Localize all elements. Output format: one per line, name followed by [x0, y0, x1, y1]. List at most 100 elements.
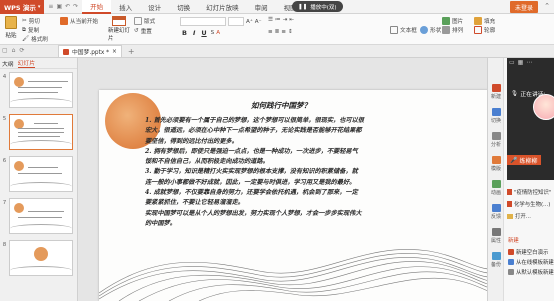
screen-icon[interactable]: ▭: [509, 59, 515, 66]
paste-button[interactable]: 粘贴: [3, 16, 19, 42]
tab-design[interactable]: 设计: [140, 0, 169, 14]
online-template-icon: [508, 259, 514, 265]
new-default-template-item[interactable]: 从默认模板新建: [505, 267, 554, 277]
pptx-file-icon: [507, 201, 512, 207]
format-painter-button[interactable]: 🖌 格式刷: [22, 35, 48, 43]
rail-analyze[interactable]: 分析: [490, 132, 502, 148]
bullet-list-icon[interactable]: ☰: [268, 17, 273, 23]
tab-insert[interactable]: 插入: [111, 0, 140, 14]
align-left-icon[interactable]: ≡: [268, 29, 273, 35]
rail-switch[interactable]: 切换: [490, 108, 502, 124]
strikethrough-icon[interactable]: S: [211, 30, 215, 36]
slide-title[interactable]: 如何践行中国梦？: [251, 100, 311, 111]
reset-button[interactable]: ↺ 重置: [134, 27, 152, 35]
arrange-button[interactable]: 排列: [442, 26, 463, 34]
screen-share-pill[interactable]: ❚❚ 播放中(双): [292, 1, 343, 12]
tab-transition[interactable]: 切换: [169, 0, 198, 14]
rail-animation[interactable]: 动画: [490, 180, 502, 196]
new-item-label: 从在线模板新建: [516, 260, 554, 266]
rail-label: 模版: [490, 166, 501, 172]
cut-button[interactable]: ✂ 剪切: [22, 17, 40, 25]
recent-link[interactable]: 化学与生物(...): [507, 198, 554, 210]
line-spacing-icon[interactable]: ⇕: [288, 29, 293, 35]
clipboard-icon: [5, 16, 17, 29]
play-from-current-button[interactable]: 从当前开始: [60, 17, 98, 25]
add-tab-icon[interactable]: +: [128, 47, 135, 56]
rail-backup[interactable]: 备份: [490, 252, 502, 268]
body-line: 3. 勤于学习，知识是精打火实实现梦想的根本支撑，没有知识的积累储备，就: [145, 168, 358, 176]
body-line: 的中国梦。: [145, 219, 176, 227]
menu-dots-icon[interactable]: ⋯: [526, 59, 532, 66]
hamburger-icon[interactable]: ≡: [48, 3, 53, 10]
new-slide-button[interactable]: 新建幻灯片: [108, 16, 130, 42]
new-blank-item[interactable]: 新建空白演示: [505, 247, 554, 257]
rail-properties[interactable]: 属性: [490, 228, 502, 244]
align-right-icon[interactable]: ≡: [281, 29, 286, 35]
save-icon[interactable]: ▣: [56, 3, 62, 10]
home-icon[interactable]: ⌂: [12, 47, 16, 54]
tab-slideshow[interactable]: 幻灯片放映: [198, 0, 247, 14]
shapes-button[interactable]: 形状: [420, 26, 441, 34]
slide-thumbnail[interactable]: [9, 240, 73, 276]
open-link-label: 打开...: [515, 214, 531, 220]
document-tab[interactable]: 中国梦.pptx * ×: [58, 45, 122, 57]
close-icon[interactable]: ×: [112, 49, 117, 55]
bold-button[interactable]: B: [180, 29, 189, 37]
outline-button[interactable]: 轮廓: [474, 26, 495, 34]
left-panel-tabs: 大纲 幻灯片: [0, 58, 77, 69]
slide-thumbnail-selected[interactable]: [9, 114, 73, 150]
indent-icon[interactable]: ⇥: [283, 17, 288, 23]
new-online-template-item[interactable]: 从在线模板新建: [505, 257, 554, 267]
copy-button[interactable]: ⧉ 复制: [22, 26, 39, 35]
slide-body-text[interactable]: 1. 首先必须要有一个属于自己的梦想，这个梦想可以很简单，很现实，也可以很 宏大…: [145, 116, 445, 229]
slide-thumbnail[interactable]: [9, 156, 73, 192]
thumbnail-row[interactable]: 4: [0, 72, 78, 108]
reset-icon: ↺: [134, 28, 139, 34]
outdent-icon[interactable]: ⇤: [289, 17, 294, 23]
new-slide-icon: [112, 16, 126, 26]
font-color-icon[interactable]: A: [216, 30, 220, 36]
refresh-icon[interactable]: ⟳: [19, 47, 24, 54]
thumbnail-row[interactable]: 8: [0, 240, 78, 276]
layout-button[interactable]: 版式: [134, 17, 155, 25]
rail-new[interactable]: 新建: [490, 84, 502, 100]
tab-slides[interactable]: 幻灯片: [17, 58, 36, 68]
italic-button[interactable]: I: [191, 29, 197, 37]
folder-icon[interactable]: ▢: [2, 47, 8, 54]
open-link[interactable]: 打开...: [507, 210, 554, 222]
slide-thumbnail[interactable]: [9, 198, 73, 234]
redo-icon[interactable]: ↷: [73, 3, 78, 10]
rail-feedback[interactable]: 反馈: [490, 204, 502, 220]
blank-doc-icon: [508, 249, 514, 255]
picture-button[interactable]: 图片: [442, 17, 463, 25]
fill-button[interactable]: 填充: [474, 17, 495, 25]
app-menu-button[interactable]: WPS 演示 ▾: [0, 0, 45, 14]
thumbnail-row[interactable]: 5: [0, 114, 78, 150]
tab-review[interactable]: 审阅: [247, 0, 276, 14]
recent-link-label: 化学与生物(...): [514, 202, 551, 208]
textbox-button[interactable]: 文本框: [390, 26, 417, 34]
tab-outline[interactable]: 大纲: [2, 59, 14, 68]
thumbnail-row[interactable]: 7: [0, 198, 78, 234]
login-button[interactable]: 未登录: [509, 1, 538, 13]
number-list-icon[interactable]: ≔: [275, 17, 281, 23]
participant-name-chip[interactable]: 🎤 练柳柳: [507, 155, 541, 165]
tab-home[interactable]: 开始: [82, 0, 112, 14]
align-center-icon[interactable]: ≣: [275, 29, 280, 35]
font-family-select[interactable]: [180, 17, 226, 26]
chevron-up-icon[interactable]: ⌃: [544, 2, 550, 10]
recent-links: "疫情防控知识" 化学与生物(...) 打开...: [507, 186, 554, 222]
thumbnail-row[interactable]: 6: [0, 156, 78, 192]
font-decrease-icon[interactable]: A⁻: [255, 19, 262, 25]
slide-thumbnail[interactable]: [9, 72, 73, 108]
grid-icon[interactable]: ▦: [518, 59, 524, 66]
slide-number: 7: [2, 200, 7, 206]
rail-template[interactable]: 模版: [490, 156, 502, 172]
recent-link[interactable]: "疫情防控知识": [507, 186, 554, 198]
current-slide[interactable]: 如何践行中国梦？ 1. 首先必须要有一个属于自己的梦想，这个梦想可以很简单，很现…: [99, 90, 494, 301]
thumb-wave: [10, 224, 72, 233]
underline-button[interactable]: U: [199, 29, 208, 37]
font-increase-icon[interactable]: A⁺: [246, 19, 253, 25]
font-size-select[interactable]: [228, 17, 244, 26]
undo-icon[interactable]: ↶: [65, 3, 70, 10]
